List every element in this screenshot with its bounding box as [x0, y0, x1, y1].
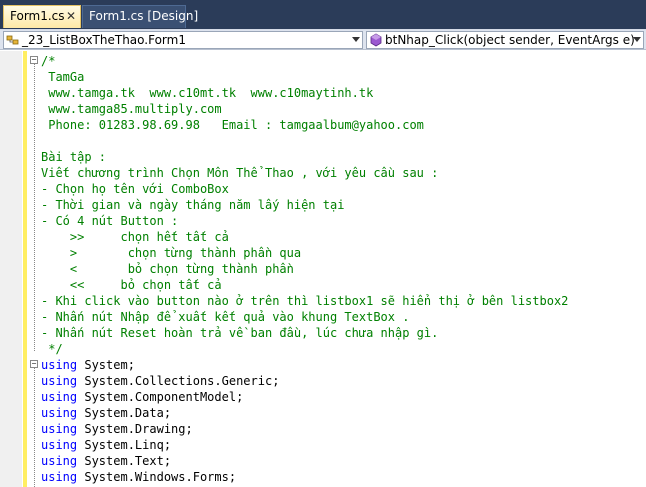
using-keyword: using	[41, 438, 78, 452]
type-dropdown-value: _23_ListBoxTheThao.Form1	[22, 33, 186, 47]
comment-line: www.tamga.tk www.c10mt.tk www.c10maytinh…	[41, 86, 374, 100]
type-dropdown[interactable]: _23_ListBoxTheThao.Form1	[3, 31, 363, 49]
comment-line: - Chọn họ tên với ComboBox	[41, 182, 229, 196]
comment-line: Bài tập :	[41, 150, 107, 164]
using-directive: using System;	[41, 357, 568, 373]
namespace-name: System.Drawing;	[84, 422, 193, 436]
namespace-name: System;	[84, 358, 135, 372]
comment-line: /*	[41, 54, 56, 68]
comment-line: >> chọn hết tất cả	[41, 230, 229, 244]
class-icon	[6, 35, 19, 45]
chevron-down-icon[interactable]	[633, 37, 641, 42]
comment-line: www.tamga85.multiply.com	[41, 102, 222, 116]
comment-line: */	[41, 342, 63, 356]
navigation-bar: _23_ListBoxTheThao.Form1 btNhap_Click(ob…	[0, 30, 646, 50]
tab-label: Form1.cs [Design]	[89, 9, 199, 23]
collapse-comment-icon[interactable]: −	[30, 56, 38, 64]
using-keyword: using	[41, 358, 78, 372]
comment-line: - Nhấn nút Nhập để xuất kết quả vào khun…	[41, 310, 410, 324]
using-directive: using System.Drawing;	[41, 421, 568, 437]
method-icon	[370, 33, 382, 47]
using-directive: using System.Text;	[41, 453, 568, 469]
comment-line: - Có 4 nút Button :	[41, 214, 179, 228]
comment-line: - Thời gian và ngày tháng năm lấy hiện t…	[41, 198, 345, 212]
using-directive: using System.Collections.Generic;	[41, 373, 568, 389]
tab-form1-design[interactable]: Form1.cs [Design]	[82, 5, 198, 28]
outline-guide	[34, 61, 36, 351]
comment-line: < bỏ chọn từng thành phần	[41, 262, 294, 276]
outline-guide	[34, 365, 36, 487]
using-keyword: using	[41, 422, 78, 436]
comment-line: Phone: 01283.98.69.98 Email : tamgaalbum…	[41, 118, 424, 132]
comment-line	[41, 133, 568, 149]
namespace-name: System.ComponentModel;	[84, 390, 244, 404]
tab-label: Form1.cs	[10, 9, 65, 23]
using-directive: using System.Linq;	[41, 437, 568, 453]
comment-line: TamGa	[41, 70, 85, 84]
comment-line: Viết chương trình Chọn Môn Thể Thao , vớ…	[41, 166, 439, 180]
namespace-name: System.Linq;	[84, 438, 172, 452]
comment-line: << bỏ chọn tất cả	[41, 278, 222, 292]
using-keyword: using	[41, 406, 78, 420]
namespace-name: System.Windows.Forms;	[84, 470, 237, 484]
close-tab-icon[interactable]: ✕	[66, 6, 76, 27]
using-directive: using System.Data;	[41, 405, 568, 421]
using-keyword: using	[41, 454, 78, 468]
using-directive: using System.Windows.Forms;	[41, 469, 568, 485]
comment-line: - Khi click vào button nào ở trên thì li…	[41, 294, 569, 308]
document-tab-strip: Form1.cs ✕ Form1.cs [Design]	[0, 0, 646, 30]
indicator-margin	[0, 51, 23, 487]
source-code: /* TamGa www.tamga.tk www.c10mt.tk www.c…	[41, 53, 568, 485]
tab-form1-cs[interactable]: Form1.cs ✕	[3, 5, 81, 28]
comment-line: - Nhấn nút Reset hoàn trả về ban đầu, lú…	[41, 326, 439, 340]
collapse-usings-icon[interactable]: −	[30, 360, 38, 368]
namespace-name: System.Collections.Generic;	[84, 374, 280, 388]
member-dropdown-value: btNhap_Click(object sender, EventArgs e)	[385, 33, 635, 47]
chevron-down-icon[interactable]	[352, 37, 360, 42]
using-keyword: using	[41, 470, 78, 484]
using-keyword: using	[41, 374, 78, 388]
using-directive: using System.ComponentModel;	[41, 389, 568, 405]
using-keyword: using	[41, 390, 78, 404]
code-editor[interactable]: − − /* TamGa www.tamga.tk www.c10mt.tk w…	[0, 51, 646, 487]
namespace-name: System.Text;	[84, 454, 172, 468]
change-tracking-bar	[23, 51, 27, 487]
member-dropdown[interactable]: btNhap_Click(object sender, EventArgs e)	[366, 31, 644, 49]
namespace-name: System.Data;	[84, 406, 172, 420]
comment-line: > chọn từng thành phần qua	[41, 246, 302, 260]
